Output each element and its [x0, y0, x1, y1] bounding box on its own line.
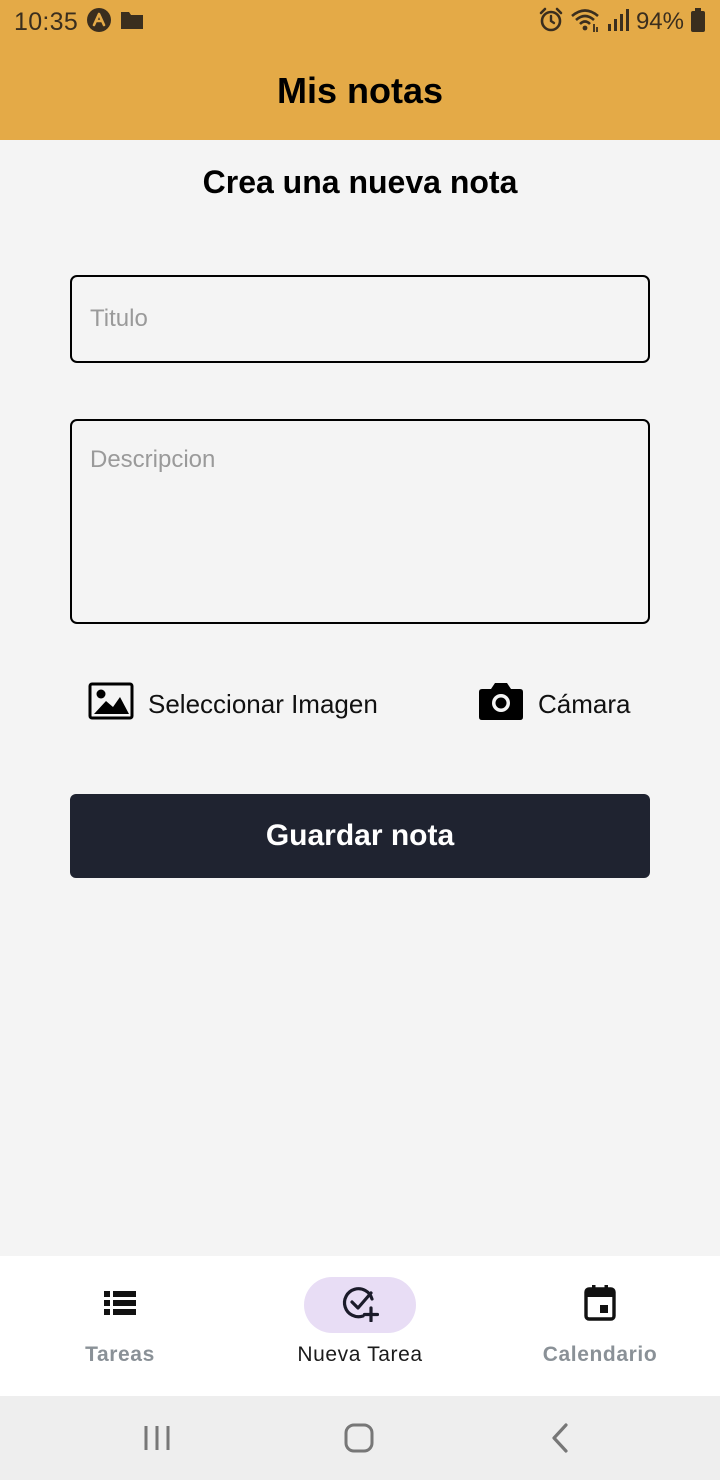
- status-time: 10:35: [14, 7, 79, 36]
- list-icon: [104, 1290, 136, 1321]
- battery-percent: 94%: [635, 8, 684, 35]
- app-notification-icon: [86, 7, 112, 38]
- description-input[interactable]: [70, 419, 650, 624]
- status-bar: 10:35 94%: [0, 0, 720, 44]
- wifi-icon: [570, 7, 600, 38]
- nav-label-tareas: Tareas: [85, 1343, 155, 1366]
- media-actions: Seleccionar Imagen Cámara: [0, 680, 720, 728]
- nav-item-calendario[interactable]: Calendario: [480, 1256, 720, 1396]
- signal-icon: [606, 8, 630, 37]
- check-add-icon: [341, 1284, 380, 1327]
- camera-icon: [478, 681, 524, 728]
- nav-label-calendario: Calendario: [542, 1343, 658, 1366]
- nav-item-nueva-tarea[interactable]: Nueva Tarea: [240, 1256, 480, 1396]
- nav-label-nueva-tarea: Nueva Tarea: [297, 1343, 423, 1366]
- app-screen: 10:35 94% Mis notas Crea una nueva nota …: [0, 0, 720, 1480]
- bottom-navigation: Tareas Nueva Tarea Calendario: [0, 1256, 720, 1396]
- save-note-button[interactable]: Guardar nota: [70, 794, 650, 878]
- page-heading: Crea una nueva nota: [202, 164, 518, 200]
- recent-apps-icon[interactable]: [133, 1414, 181, 1462]
- select-image-label: Seleccionar Imagen: [148, 688, 378, 719]
- battery-icon: [690, 7, 706, 38]
- header: 10:35 94% Mis notas: [0, 0, 720, 140]
- alarm-icon: [538, 7, 564, 38]
- calendar-icon: [584, 1284, 616, 1326]
- system-navigation-bar: [0, 1396, 720, 1480]
- nav-item-tareas[interactable]: Tareas: [0, 1256, 240, 1396]
- back-icon[interactable]: [536, 1414, 584, 1462]
- image-icon: [88, 682, 134, 727]
- app-title: Mis notas: [276, 70, 444, 111]
- camera-button[interactable]: Cámara: [478, 680, 630, 728]
- folder-icon: [120, 10, 144, 35]
- nav-pill: [544, 1277, 656, 1333]
- home-icon[interactable]: [335, 1414, 383, 1462]
- select-image-button[interactable]: Seleccionar Imagen: [88, 680, 378, 728]
- nav-pill: [64, 1277, 176, 1333]
- camera-label: Cámara: [538, 688, 631, 719]
- title-input[interactable]: [70, 275, 650, 363]
- nav-pill-active: [304, 1277, 416, 1333]
